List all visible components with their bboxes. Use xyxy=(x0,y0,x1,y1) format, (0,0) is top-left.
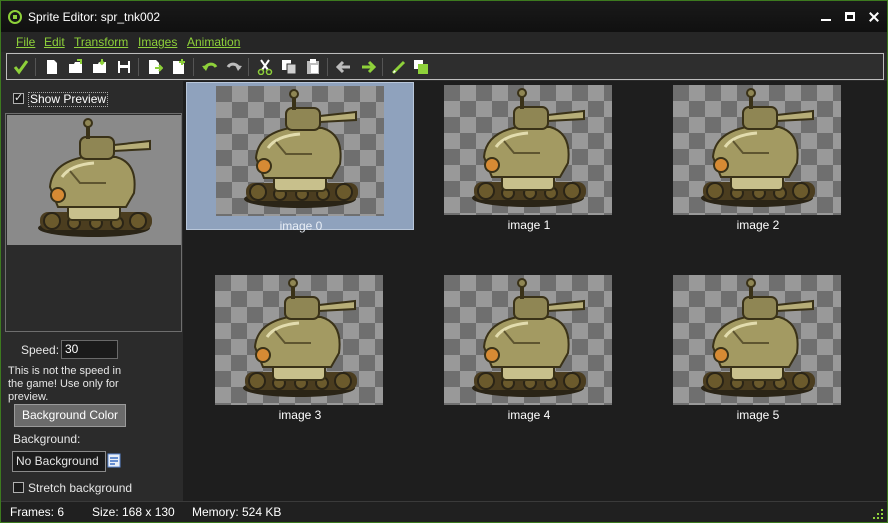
insert-image-icon[interactable] xyxy=(171,59,187,75)
maximize-icon xyxy=(845,12,855,21)
window-title: Sprite Editor: spr_tnk002 xyxy=(28,10,161,24)
toolbar xyxy=(6,53,884,80)
toolbar-separator xyxy=(193,58,194,76)
sprite-thumbnail xyxy=(215,275,383,405)
toolbar-separator xyxy=(138,58,139,76)
toolbar-separator xyxy=(382,58,383,76)
sprite-thumbnail xyxy=(673,275,841,405)
preview-area xyxy=(5,113,182,332)
move-left-icon[interactable] xyxy=(336,59,352,75)
menu-images[interactable]: Images xyxy=(138,35,177,49)
speed-label: Speed: xyxy=(21,343,60,357)
image-label: image 2 xyxy=(736,218,780,232)
image-label: image 3 xyxy=(278,408,322,422)
background-picker-icon[interactable] xyxy=(107,453,121,468)
add-image-icon[interactable] xyxy=(147,59,163,75)
background-color-button[interactable]: Background Color xyxy=(14,404,126,427)
menu-transform[interactable]: Transform xyxy=(74,35,128,49)
toolbar-separator xyxy=(248,58,249,76)
background-label: Background: xyxy=(13,432,81,446)
menu-animation[interactable]: Animation xyxy=(187,35,240,49)
app-icon xyxy=(8,10,22,24)
toolbar-separator xyxy=(327,58,328,76)
show-preview-label[interactable]: Show Preview xyxy=(28,92,109,107)
background-field[interactable]: No Background xyxy=(12,451,106,472)
status-bar: Frames: 6 Size: 168 x 130 Memory: 524 KB xyxy=(1,501,887,522)
copy-icon[interactable] xyxy=(281,59,297,75)
new-icon[interactable] xyxy=(44,59,60,75)
preview-image xyxy=(7,115,181,245)
tank-preview-sprite xyxy=(38,118,152,237)
undo-icon[interactable] xyxy=(202,59,218,75)
sprite-thumbnail xyxy=(216,86,384,216)
sprite-editor-window: Sprite Editor: spr_tnk002 File Edit Tran… xyxy=(0,0,888,523)
maximize-button[interactable] xyxy=(839,9,861,25)
image-label: image 4 xyxy=(507,408,551,422)
image-size: Size: 168 x 130 xyxy=(92,505,175,519)
image-cell-5[interactable]: image 5 xyxy=(644,272,872,422)
edit-background-icon[interactable] xyxy=(413,59,429,75)
image-label: image 5 xyxy=(736,408,780,422)
toolbar-separator xyxy=(35,58,36,76)
menu-file[interactable]: File xyxy=(16,35,35,49)
preview-panel: Show Preview xyxy=(1,84,183,501)
speed-input[interactable]: 30 xyxy=(61,340,118,359)
image-cell-2[interactable]: image 2 xyxy=(644,82,872,232)
menu-edit[interactable]: Edit xyxy=(44,35,65,49)
open-strip-icon[interactable] xyxy=(92,59,108,75)
image-label: image 1 xyxy=(507,218,551,232)
redo-icon[interactable] xyxy=(226,59,242,75)
minimize-button[interactable] xyxy=(815,9,837,25)
checkmark-icon[interactable] xyxy=(13,59,29,75)
show-preview-checkbox[interactable] xyxy=(13,91,24,104)
sprite-thumbnail xyxy=(444,85,612,215)
move-right-icon[interactable] xyxy=(360,59,376,75)
stretch-background-checkbox[interactable] xyxy=(13,482,24,493)
cut-icon[interactable] xyxy=(257,59,273,75)
resize-grip-icon[interactable] xyxy=(872,508,884,520)
menu-bar: File Edit Transform Images Animation xyxy=(1,32,887,52)
frames-count: Frames: 6 xyxy=(10,505,65,519)
memory-usage: Memory: 524 KB xyxy=(192,505,282,519)
open-icon[interactable] xyxy=(68,59,84,75)
image-cell-0[interactable]: image 0 xyxy=(186,82,414,233)
save-icon[interactable] xyxy=(116,59,132,75)
sprite-thumbnail xyxy=(444,275,612,405)
speed-note: This is not the speed in the game! Use o… xyxy=(8,365,122,403)
image-grid: image 0 image 1 image 2 image 3 image 4 … xyxy=(183,81,887,501)
edit-image-icon[interactable] xyxy=(391,59,407,75)
title-bar[interactable]: Sprite Editor: spr_tnk002 xyxy=(1,1,887,32)
close-button[interactable] xyxy=(863,9,885,25)
paste-icon[interactable] xyxy=(305,59,321,75)
image-cell-3[interactable]: image 3 xyxy=(186,272,414,422)
stretch-background-label[interactable]: Stretch background xyxy=(28,481,132,495)
image-cell-1[interactable]: image 1 xyxy=(415,82,643,232)
sprite-thumbnail xyxy=(673,85,841,215)
image-cell-4[interactable]: image 4 xyxy=(415,272,643,422)
minimize-icon xyxy=(821,19,831,21)
image-label: image 0 xyxy=(279,219,323,233)
